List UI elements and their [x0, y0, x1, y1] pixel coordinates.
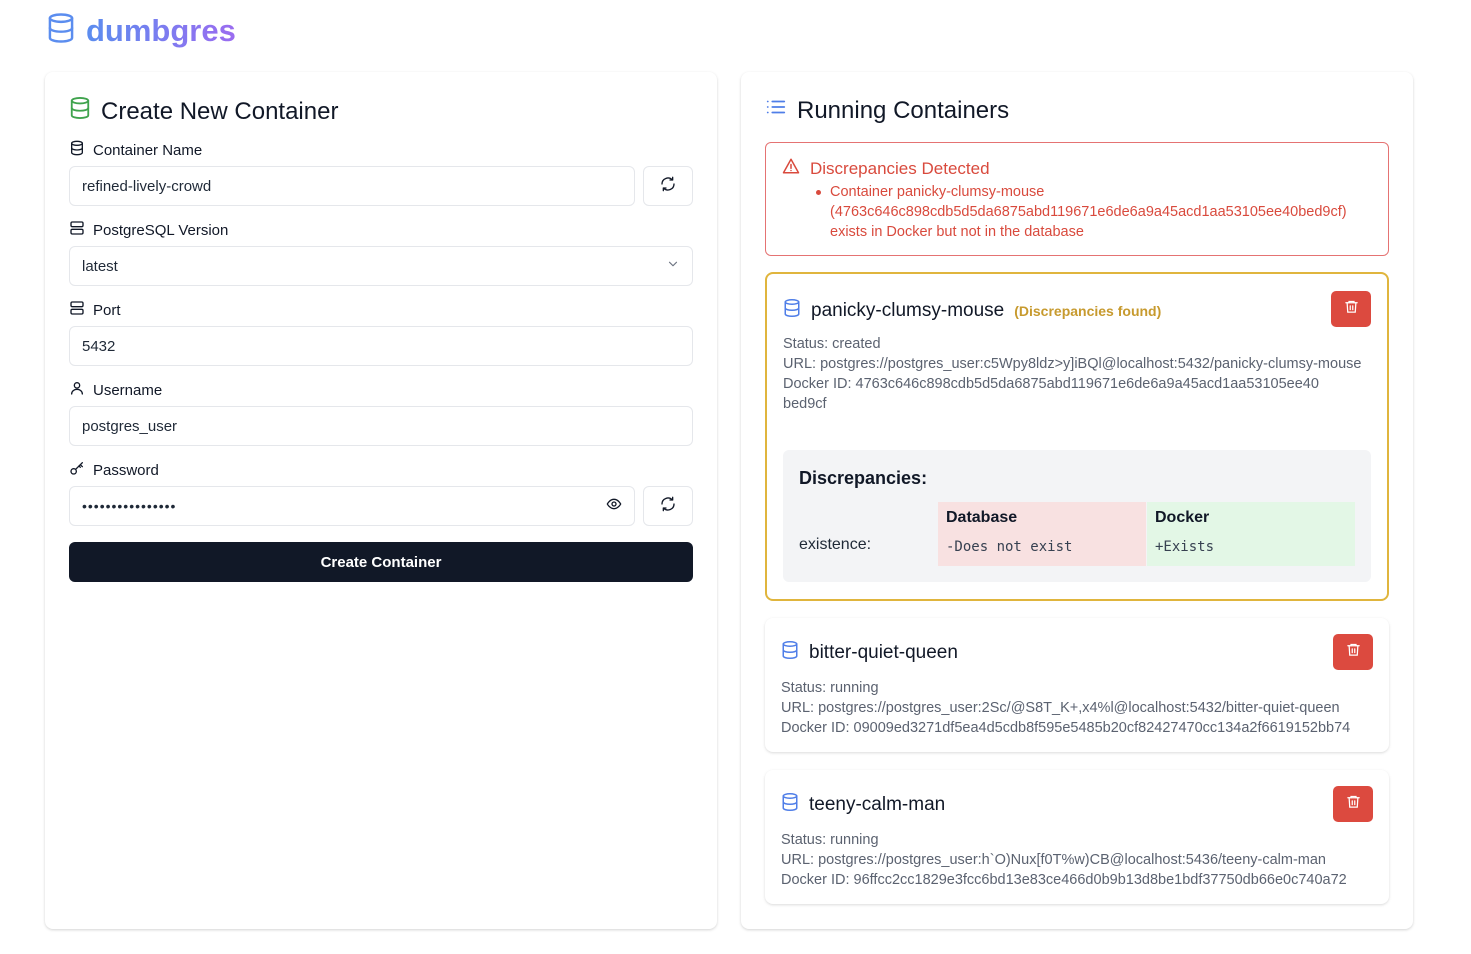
trash-icon — [1346, 794, 1361, 814]
database-icon — [69, 96, 91, 127]
container-name: panicky-clumsy-mouse — [811, 299, 1005, 321]
eye-icon[interactable] — [606, 496, 622, 516]
chevron-down-icon — [666, 257, 680, 275]
running-containers-panel: Running Containers Discrepancies Detecte… — [741, 72, 1413, 929]
database-icon — [69, 140, 85, 160]
delete-container-button[interactable] — [1333, 634, 1373, 670]
docker-value: +Exists — [1155, 539, 1215, 555]
discrepancies-title: Discrepancies: — [799, 468, 928, 488]
port-label: Port — [69, 300, 121, 320]
user-icon — [69, 380, 85, 400]
postgres-version-label: PostgreSQL Version — [69, 220, 228, 240]
create-container-button[interactable]: Create Container — [69, 542, 693, 582]
container-name-input[interactable]: refined-lively-crowd — [69, 166, 635, 206]
delete-container-button[interactable] — [1333, 786, 1373, 822]
container-url: URL: postgres://postgres_user:2Sc/@S8T_K… — [781, 700, 1340, 716]
alert-title: Discrepancies Detected — [782, 157, 1372, 180]
container-name: bitter-quiet-queen — [809, 641, 958, 663]
username-label: Username — [69, 380, 162, 400]
create-panel-title-text: Create New Container — [101, 97, 339, 125]
database-icon — [781, 792, 799, 817]
regenerate-password-button[interactable] — [643, 486, 693, 526]
docker-header: Docker — [1155, 509, 1210, 526]
container-header: panicky-clumsy-mouse (Discrepancies foun… — [783, 298, 1161, 323]
list-icon — [765, 96, 787, 125]
refresh-icon — [660, 176, 676, 197]
discrepancy-docker-column: Docker +Exists — [1147, 502, 1355, 566]
container-status: Status: running — [781, 832, 879, 848]
regenerate-name-button[interactable] — [643, 166, 693, 206]
container-docker-id: Docker ID: 09009ed3271df5ea4d5cdb8f595e5… — [781, 720, 1351, 736]
discrepancy-database-column: Database -Does not exist — [938, 502, 1146, 566]
container-status: Status: running — [781, 680, 879, 696]
running-panel-title-text: Running Containers — [797, 96, 1010, 124]
trash-icon — [1344, 299, 1359, 319]
postgres-version-select[interactable]: latest — [69, 246, 693, 286]
container-details: Status: running URL: postgres://postgres… — [781, 678, 1381, 738]
container-name-label: Container Name — [69, 140, 202, 160]
container-header: teeny-calm-man — [781, 792, 945, 817]
key-icon — [69, 460, 85, 480]
server-icon — [69, 300, 85, 320]
alert-list: Container panicky-clumsy-mouse (4763c646… — [816, 182, 1372, 242]
discrepancy-key: existence: — [799, 536, 872, 553]
container-details: Status: created URL: postgres://postgres… — [783, 334, 1363, 414]
container-url: URL: postgres://postgres_user:c5Wpy8ldz>… — [783, 356, 1362, 372]
create-container-panel: Create New Container Container Name refi… — [45, 72, 717, 929]
running-panel-title: Running Containers — [765, 96, 1009, 125]
database-value: -Does not exist — [946, 539, 1073, 555]
password-input[interactable]: •••••••••••••••• — [69, 486, 635, 526]
alert-item: Container panicky-clumsy-mouse (4763c646… — [816, 182, 1372, 242]
container-header: bitter-quiet-queen — [781, 640, 958, 665]
app-title: dumbgres — [86, 12, 236, 48]
port-input[interactable]: 5432 — [69, 326, 693, 366]
trash-icon — [1346, 642, 1361, 662]
database-icon — [781, 640, 799, 665]
container-card-teeny-calm-man: teeny-calm-man Status: running URL: post… — [765, 770, 1389, 904]
create-panel-title: Create New Container — [69, 96, 338, 127]
container-details: Status: running URL: postgres://postgres… — [781, 830, 1381, 890]
warning-triangle-icon — [782, 157, 800, 180]
database-icon — [783, 298, 801, 323]
container-status: Status: created — [783, 336, 881, 352]
discrepancy-warning: (Discrepancies found) — [1014, 302, 1162, 319]
database-header: Database — [946, 509, 1018, 526]
discrepancy-alert: Discrepancies Detected Container panicky… — [765, 142, 1389, 256]
delete-container-button[interactable] — [1331, 291, 1371, 327]
container-name: teeny-calm-man — [809, 793, 946, 815]
container-docker-id: Docker ID: 96ffcc2cc1829e3fcc6bd13e83ce4… — [781, 872, 1347, 888]
discrepancies-box: Discrepancies: existence: Database -Does… — [783, 450, 1371, 582]
container-card-bitter-quiet-queen: bitter-quiet-queen Status: running URL: … — [765, 618, 1389, 752]
database-icon — [46, 12, 76, 49]
server-icon — [69, 220, 85, 240]
password-label: Password — [69, 460, 159, 480]
refresh-icon — [660, 496, 676, 517]
container-docker-id: Docker ID: 4763c646c898cdb5d5da6875abd11… — [783, 376, 1319, 412]
container-card-panicky-clumsy-mouse: panicky-clumsy-mouse (Discrepancies foun… — [765, 272, 1389, 601]
container-url: URL: postgres://postgres_user:h`O)Nux[f0… — [781, 852, 1326, 868]
username-input[interactable]: postgres_user — [69, 406, 693, 446]
app-brand: dumbgres — [46, 12, 236, 49]
